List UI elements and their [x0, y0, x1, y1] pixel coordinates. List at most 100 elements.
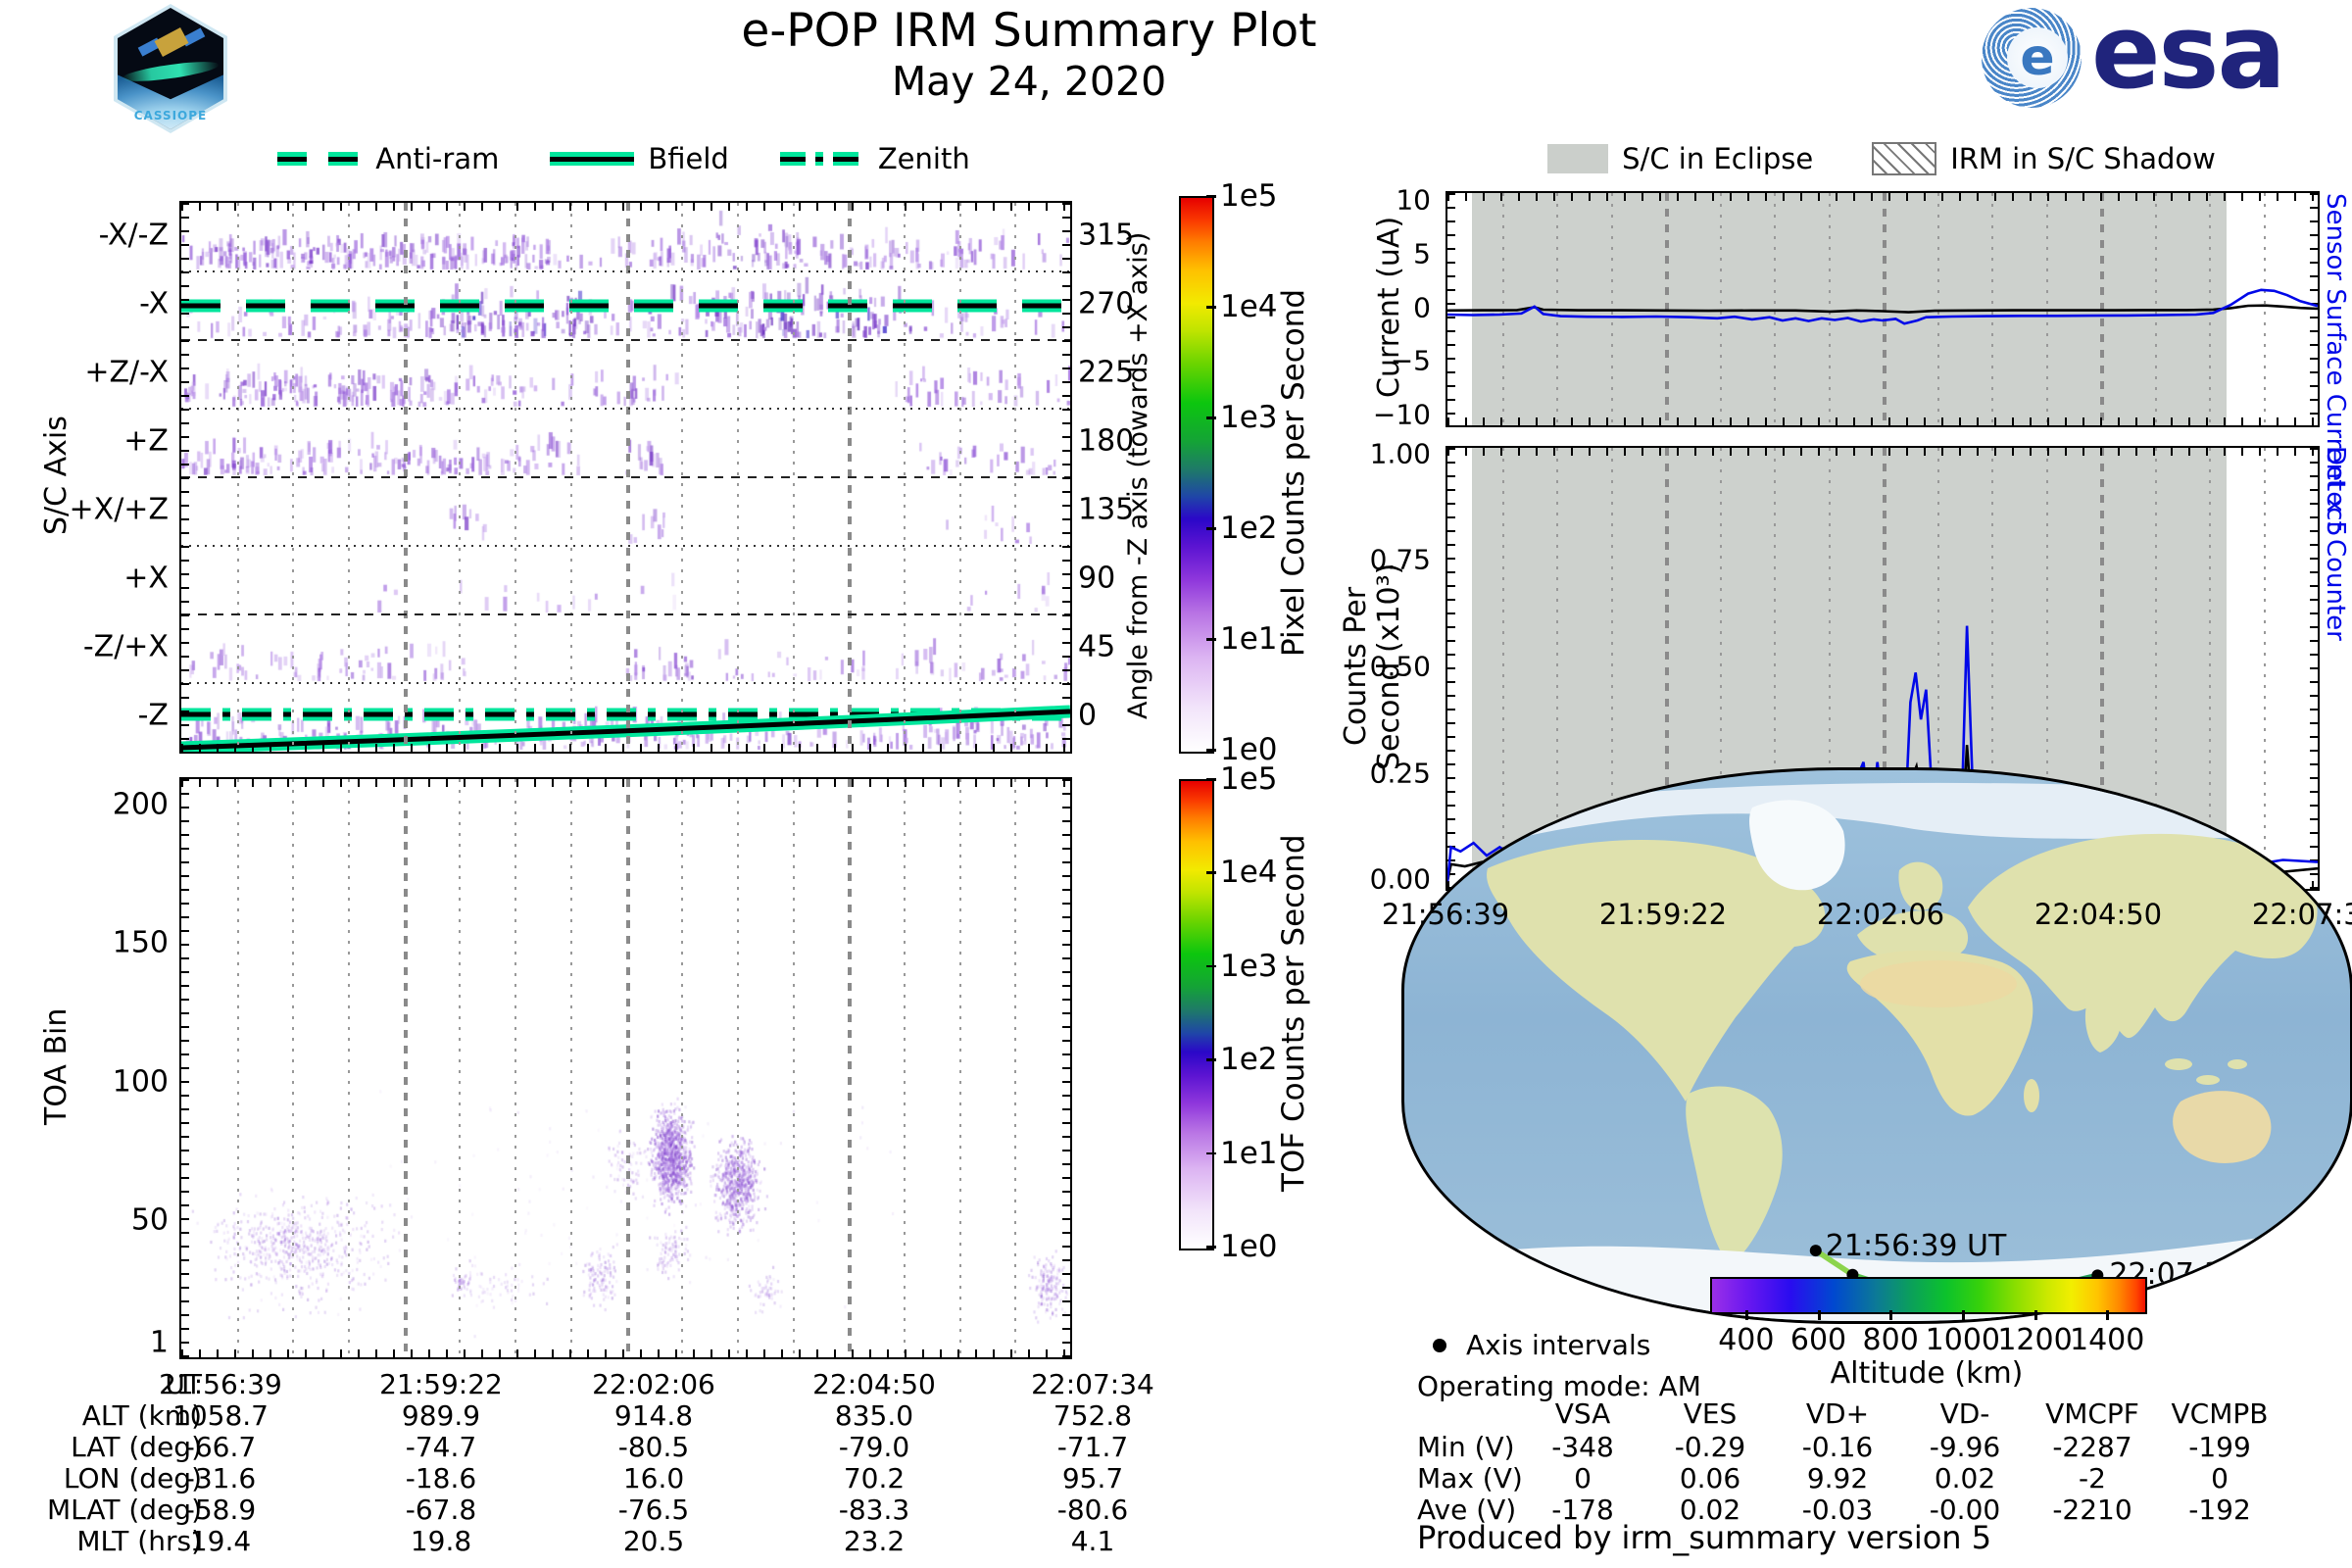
- ephemeris-cell: 989.9: [401, 1399, 481, 1432]
- current-ytick-label: 10: [1396, 183, 1431, 217]
- pixel-colorbar-tick-tick: [1206, 306, 1216, 309]
- voltage-column-header: VSA: [1554, 1397, 1611, 1430]
- gridline: [514, 779, 517, 1357]
- row-separator: [181, 613, 1070, 615]
- voltage-column-header: VCMPB: [2171, 1397, 2269, 1430]
- gridline: [236, 779, 239, 1357]
- voltage-cell: 0: [1574, 1462, 1592, 1494]
- altitude-tick-label: 400: [1718, 1323, 1775, 1357]
- counts-ytick-label: 0.00: [1369, 862, 1431, 896]
- series-Sensor Surface Current: [1447, 304, 2318, 314]
- gridline: [848, 779, 853, 1357]
- zenith-line-sample-icon: [779, 149, 864, 169]
- gridline: [903, 779, 906, 1357]
- ephemeris-cell: -58.9: [184, 1494, 257, 1526]
- world-map: 21:56:39 UT 22:07:34 UT: [1401, 767, 2352, 1324]
- voltage-cell: 0.06: [1679, 1462, 1741, 1494]
- voltage-column-header: VES: [1683, 1397, 1738, 1430]
- tof-colorbar-tick: 1e1: [1220, 1135, 1278, 1171]
- ephemeris-cell: 21:56:39: [159, 1368, 282, 1400]
- toa-plot: [179, 777, 1072, 1359]
- ephemeris-cell: 23.2: [843, 1525, 906, 1557]
- pixel-colorbar-tick-tick: [1206, 416, 1216, 419]
- current-plot: [1446, 191, 2320, 427]
- ephemeris-cell: 16.0: [622, 1462, 685, 1494]
- gridline: [792, 779, 795, 1357]
- voltage-cell: -2210: [2052, 1494, 2132, 1526]
- eclipse-legend-item: S/C in Eclipse: [1547, 142, 1813, 175]
- altitude-tick: [2106, 1310, 2110, 1320]
- voltage-cell: -0.03: [1801, 1494, 1874, 1526]
- pixel-colorbar-tick-tick: [1206, 749, 1216, 752]
- ephemeris-cell: 22:07:34: [1031, 1368, 1154, 1400]
- voltage-cell: -192: [2188, 1494, 2251, 1526]
- esa-wordmark: esa: [2091, 0, 2286, 112]
- row-separator: [181, 545, 1070, 547]
- toa-ytick-label: 100: [112, 1064, 169, 1100]
- ephemeris-cell: 19.4: [189, 1525, 252, 1557]
- ephemeris-cell: -67.8: [405, 1494, 477, 1526]
- ephemeris-cell: -83.3: [838, 1494, 910, 1526]
- direction-legend-item: Anti-ram: [277, 142, 499, 175]
- esa-logo: e esa: [1982, 0, 2334, 114]
- ephemeris-cell: -71.7: [1056, 1431, 1129, 1463]
- angle-tick-label: 315: [1078, 218, 1135, 253]
- current-ytick-label: −10: [1372, 398, 1431, 431]
- axis-tick-strip: [181, 1349, 1070, 1357]
- title-block: e-POP IRM Summary Plot May 24, 2020: [480, 4, 1578, 105]
- pixel-colorbar-tick-tick: [1206, 527, 1216, 530]
- direction-legend-item: Bfield: [550, 142, 729, 175]
- axis-intervals-label: Axis intervals: [1466, 1329, 1651, 1361]
- gridline: [958, 779, 961, 1357]
- summary-plot-page: CASSIOPE e-POP IRM Summary Plot May 24, …: [0, 0, 2352, 1568]
- voltage-cell: -199: [2188, 1431, 2251, 1463]
- spectrogram-row-label: +Z: [123, 423, 169, 459]
- ephemeris-cell: -76.5: [617, 1494, 690, 1526]
- ephemeris-cell: -31.6: [184, 1462, 257, 1494]
- tof-colorbar-label: TOF Counts per Second: [1276, 834, 1311, 1192]
- altitude-tick-label: 600: [1789, 1323, 1847, 1357]
- voltage-column-header: VMCPF: [2045, 1397, 2139, 1430]
- gridline: [292, 779, 295, 1357]
- toa-ytick-label: 200: [112, 787, 169, 822]
- counts-ytick-label: 1.00: [1369, 437, 1431, 470]
- tof-colorbar-tick-tick: [1206, 778, 1216, 781]
- gridline: [569, 779, 572, 1357]
- tof-colorbar-tick: 1e3: [1220, 948, 1278, 984]
- anti-ram-line-sample-icon: [277, 149, 363, 169]
- track-interval-dot: [1809, 1245, 1822, 1257]
- pixel-colorbar-tick: 1e2: [1220, 511, 1278, 546]
- tof-colorbar-tick: 1e5: [1220, 761, 1278, 797]
- pixel-colorbar-tick-tick: [1206, 638, 1216, 641]
- spectrogram-row-label: -X: [139, 286, 169, 321]
- ephemeris-cell: 70.2: [843, 1462, 906, 1494]
- direction-legend-label: Anti-ram: [375, 142, 500, 175]
- altitude-tick: [1817, 1310, 1821, 1320]
- axis-tick-strip: [181, 779, 1070, 787]
- bfield-line-sample-icon: [550, 149, 635, 169]
- voltage-column-header: VD-: [1939, 1397, 1990, 1430]
- right-time-tick-label: 22:07:34: [2251, 898, 2352, 931]
- ephemeris-cell: 835.0: [834, 1399, 914, 1432]
- page-date: May 24, 2020: [891, 58, 1167, 105]
- row-separator: [181, 408, 1070, 410]
- ephemeris-cell: 914.8: [613, 1399, 694, 1432]
- angle-tick-label: 90: [1078, 561, 1116, 596]
- tof-colorbar-tick: 1e4: [1220, 855, 1278, 891]
- ephemeris-cell: -66.7: [184, 1431, 257, 1463]
- right-time-tick-label: 21:59:22: [1598, 898, 1728, 931]
- pixel-colorbar: [1179, 196, 1214, 754]
- direction-legend-item: Zenith: [779, 142, 970, 175]
- tof-colorbar-tick-tick: [1206, 1058, 1216, 1061]
- altitude-tick: [2034, 1310, 2037, 1320]
- voltage-cell: -0.29: [1674, 1431, 1746, 1463]
- angle-axis-label: Angle from -Z axis (towards +X axis): [1123, 231, 1153, 719]
- ephemeris-cell: -80.5: [617, 1431, 690, 1463]
- axis-tick-strip: [1062, 203, 1070, 752]
- gridline: [736, 779, 739, 1357]
- counts-ytick-label: 0.25: [1369, 757, 1431, 790]
- spectrogram-row-label: -X/-Z: [98, 218, 169, 253]
- current-ytick-label: 5: [1413, 237, 1431, 270]
- altitude-colorbar: [1710, 1277, 2147, 1314]
- australia: [2173, 1091, 2272, 1163]
